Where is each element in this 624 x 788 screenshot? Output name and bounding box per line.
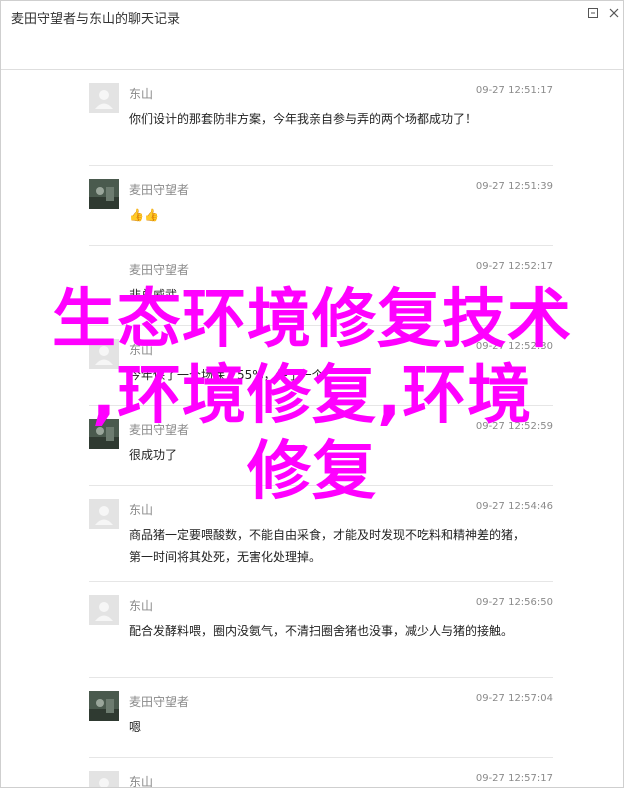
message-text: 很成功了 bbox=[129, 448, 178, 462]
sender-name: 东山 bbox=[129, 503, 154, 517]
message-time: 09-27 12:56:50 bbox=[475, 597, 553, 608]
message-row[interactable]: 麦田守望者 09-27 12:51:39 👍👍 bbox=[89, 166, 553, 246]
photo-avatar-icon bbox=[89, 179, 119, 209]
message-row[interactable]: 东山 09-27 12:51:17 你们设计的那套防非方案，今年我亲自参与弄的两个场… bbox=[89, 70, 553, 166]
message-time: 09-27 12:57:17 bbox=[475, 773, 553, 784]
window-title: 麦田守望者与东山的聊天记录 bbox=[11, 12, 181, 27]
message-text: 配合发酵料喂，圈内没氨气，不清扫圈舍猪也没事，减少人与猪的接触。 bbox=[129, 624, 514, 638]
minimize-button[interactable] bbox=[584, 4, 602, 22]
avatar[interactable] bbox=[89, 595, 119, 625]
avatar[interactable] bbox=[89, 771, 119, 787]
close-icon bbox=[609, 8, 619, 18]
message-time: 09-27 12:52:59 bbox=[475, 421, 553, 432]
message-time: 09-27 12:52:30 bbox=[475, 341, 553, 352]
minimize-icon bbox=[588, 8, 598, 18]
sender-name: 麦田守望者 bbox=[129, 695, 190, 709]
message-text: 你们设计的那套防非方案，今年我亲自参与弄的两个场都成功了！ bbox=[129, 112, 478, 126]
avatar[interactable] bbox=[89, 179, 119, 209]
message-time: 09-27 12:52:17 bbox=[475, 261, 553, 272]
sender-name: 麦田守望者 bbox=[129, 423, 190, 437]
default-user-icon bbox=[89, 499, 119, 529]
sender-name: 麦田守望者 bbox=[129, 263, 190, 277]
avatar[interactable] bbox=[89, 339, 119, 369]
message-text: 嗯 bbox=[129, 720, 142, 734]
default-user-icon bbox=[89, 339, 119, 369]
message-text: 商品猪一定要喂酸数，不能自由采食，才能及时发现不吃料和精神差的猪，第一时间将其处… bbox=[129, 528, 526, 564]
message-time: 09-27 12:51:39 bbox=[475, 181, 553, 192]
sender-name: 东山 bbox=[129, 87, 154, 101]
chat-window: 麦田守望者与东山的聊天记录 东山 09-27 12:51:17 你们设计的那套防非方… bbox=[0, 0, 624, 788]
message-time: 09-27 12:57:04 bbox=[475, 693, 553, 704]
sender-name: 麦田守望者 bbox=[129, 183, 190, 197]
message-row[interactable]: 麦田守望者 09-27 12:52:17 非总威武 bbox=[89, 246, 553, 326]
close-button[interactable] bbox=[605, 4, 623, 22]
message-text: 今年保了一个场保了55%，保了一个 bbox=[129, 368, 324, 382]
sender-name: 东山 bbox=[129, 775, 154, 788]
avatar[interactable] bbox=[89, 83, 119, 113]
title-bar: 麦田守望者与东山的聊天记录 bbox=[1, 1, 623, 70]
default-user-icon bbox=[89, 595, 119, 625]
avatar[interactable] bbox=[89, 499, 119, 529]
message-row[interactable]: 麦田守望者 09-27 12:52:59 很成功了 bbox=[89, 406, 553, 486]
sender-name: 东山 bbox=[129, 599, 154, 613]
message-row[interactable]: 东山 09-27 12:52:30 今年保了一个场保了55%，保了一个 bbox=[89, 326, 553, 406]
message-row[interactable]: 麦田守望者 09-27 12:57:04 嗯 bbox=[89, 678, 553, 758]
message-text: 非总威武 bbox=[129, 288, 178, 302]
avatar[interactable] bbox=[89, 419, 119, 449]
message-row[interactable]: 东山 09-27 12:56:50 配合发酵料喂，圈内没氨气，不清扫圈舍猪也没事，减… bbox=[89, 582, 553, 678]
photo-avatar-icon bbox=[89, 691, 119, 721]
message-row[interactable]: 东山 09-27 12:57:17 bbox=[89, 758, 553, 788]
default-user-icon bbox=[89, 83, 119, 113]
message-row[interactable]: 东山 09-27 12:54:46 商品猪一定要喂酸数，不能自由采食，才能及时发现不… bbox=[89, 486, 553, 582]
message-list[interactable]: 东山 09-27 12:51:17 你们设计的那套防非方案，今年我亲自参与弄的两个场… bbox=[1, 70, 623, 787]
message-time: 09-27 12:54:46 bbox=[475, 501, 553, 512]
photo-avatar-icon bbox=[89, 419, 119, 449]
default-user-icon bbox=[89, 771, 119, 787]
avatar[interactable] bbox=[89, 691, 119, 721]
message-time: 09-27 12:51:17 bbox=[475, 85, 553, 96]
message-text: 👍👍 bbox=[129, 208, 159, 222]
sender-name: 东山 bbox=[129, 343, 154, 357]
